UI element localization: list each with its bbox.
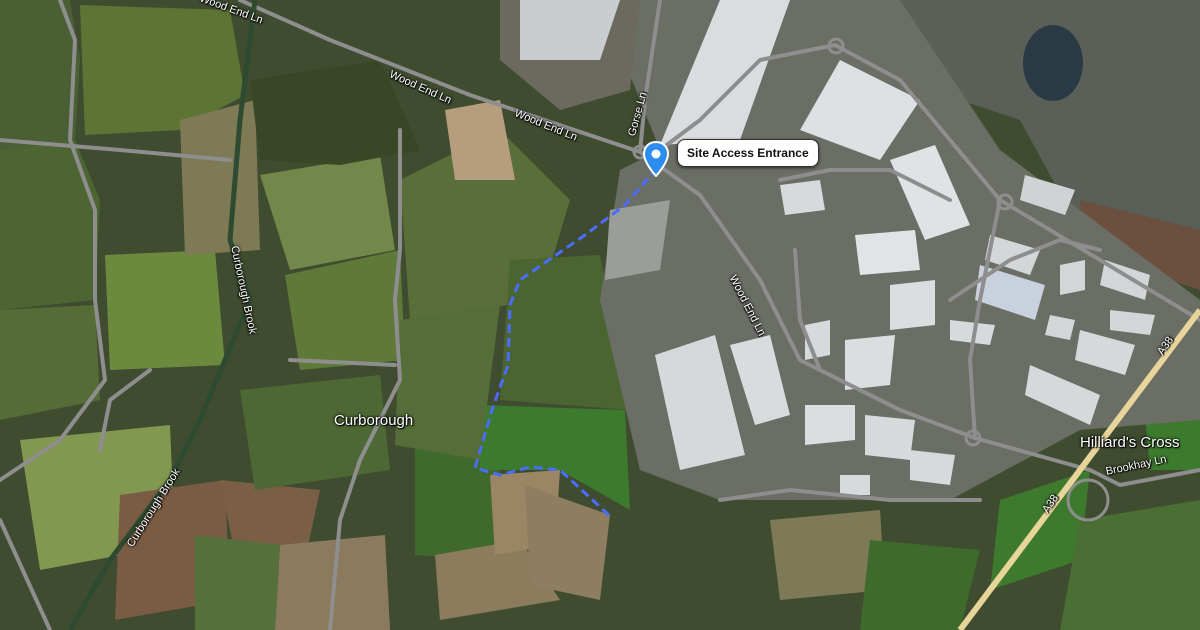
place-label-hilliards-cross: Hilliard's Cross xyxy=(1080,434,1180,451)
satellite-map[interactable]: Site Access Entrance Wood End Ln Wood En… xyxy=(0,0,1200,630)
site-access-label: Site Access Entrance xyxy=(677,139,819,167)
map-pin-icon[interactable] xyxy=(642,140,670,178)
satellite-imagery xyxy=(0,0,1200,630)
place-label-curborough: Curborough xyxy=(334,412,414,429)
